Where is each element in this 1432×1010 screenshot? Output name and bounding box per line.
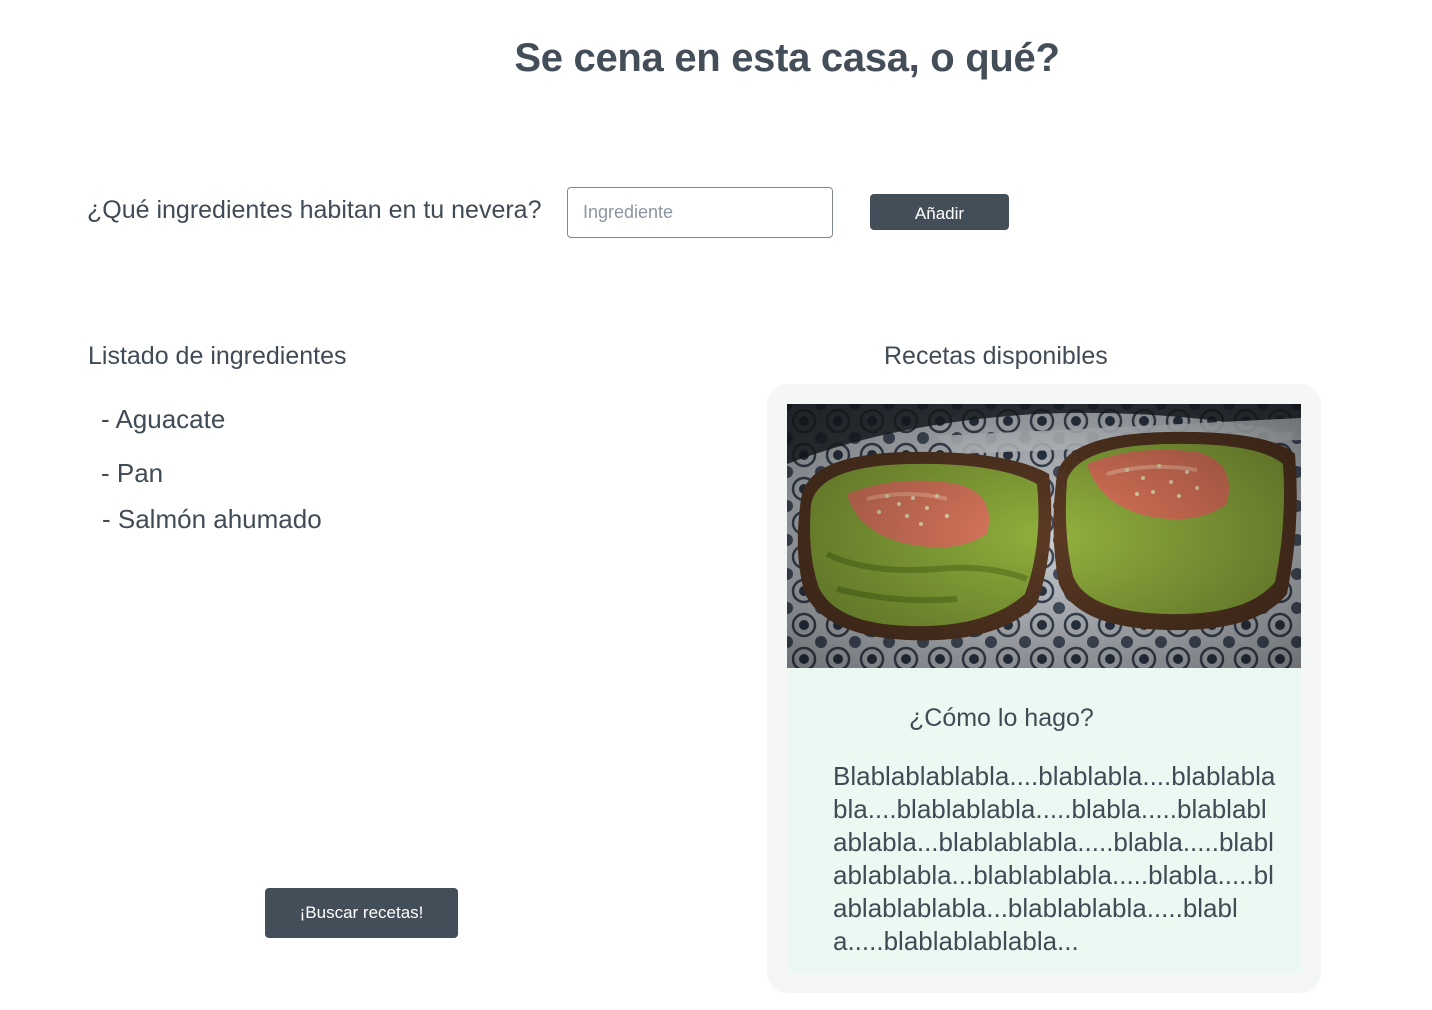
ingredient-item: - Pan — [101, 458, 164, 488]
recipe-instructions: Blablablablabla....blablabla....blablabl… — [833, 761, 1276, 956]
ingredient-input[interactable] — [567, 187, 833, 238]
ingredient-item: - Aguacate — [101, 404, 226, 434]
recipe-card: ¿Cómo lo hago? Blablablablabla....blabla… — [767, 384, 1321, 993]
recipe-how-to-heading: ¿Cómo lo hago? — [909, 704, 1094, 732]
ingredient-item: - Salmón ahumado — [102, 504, 322, 534]
page-title: Se cena en esta casa, o qué? — [514, 36, 1060, 80]
ingredient-question-label: ¿Qué ingredientes habitan en tu nevera? — [87, 196, 542, 224]
recipe-card-content: ¿Cómo lo hago? Blablablablabla....blabla… — [787, 404, 1301, 973]
page: Se cena en esta casa, o qué? ¿Qué ingred… — [0, 0, 1432, 1010]
recipes-heading: Recetas disponibles — [884, 342, 1108, 370]
ingredient-list-heading: Listado de ingredientes — [88, 342, 347, 370]
recipe-image — [787, 404, 1301, 668]
search-recipes-button[interactable]: ¡Buscar recetas! — [265, 888, 458, 938]
add-ingredient-button[interactable]: Añadir — [870, 194, 1009, 230]
